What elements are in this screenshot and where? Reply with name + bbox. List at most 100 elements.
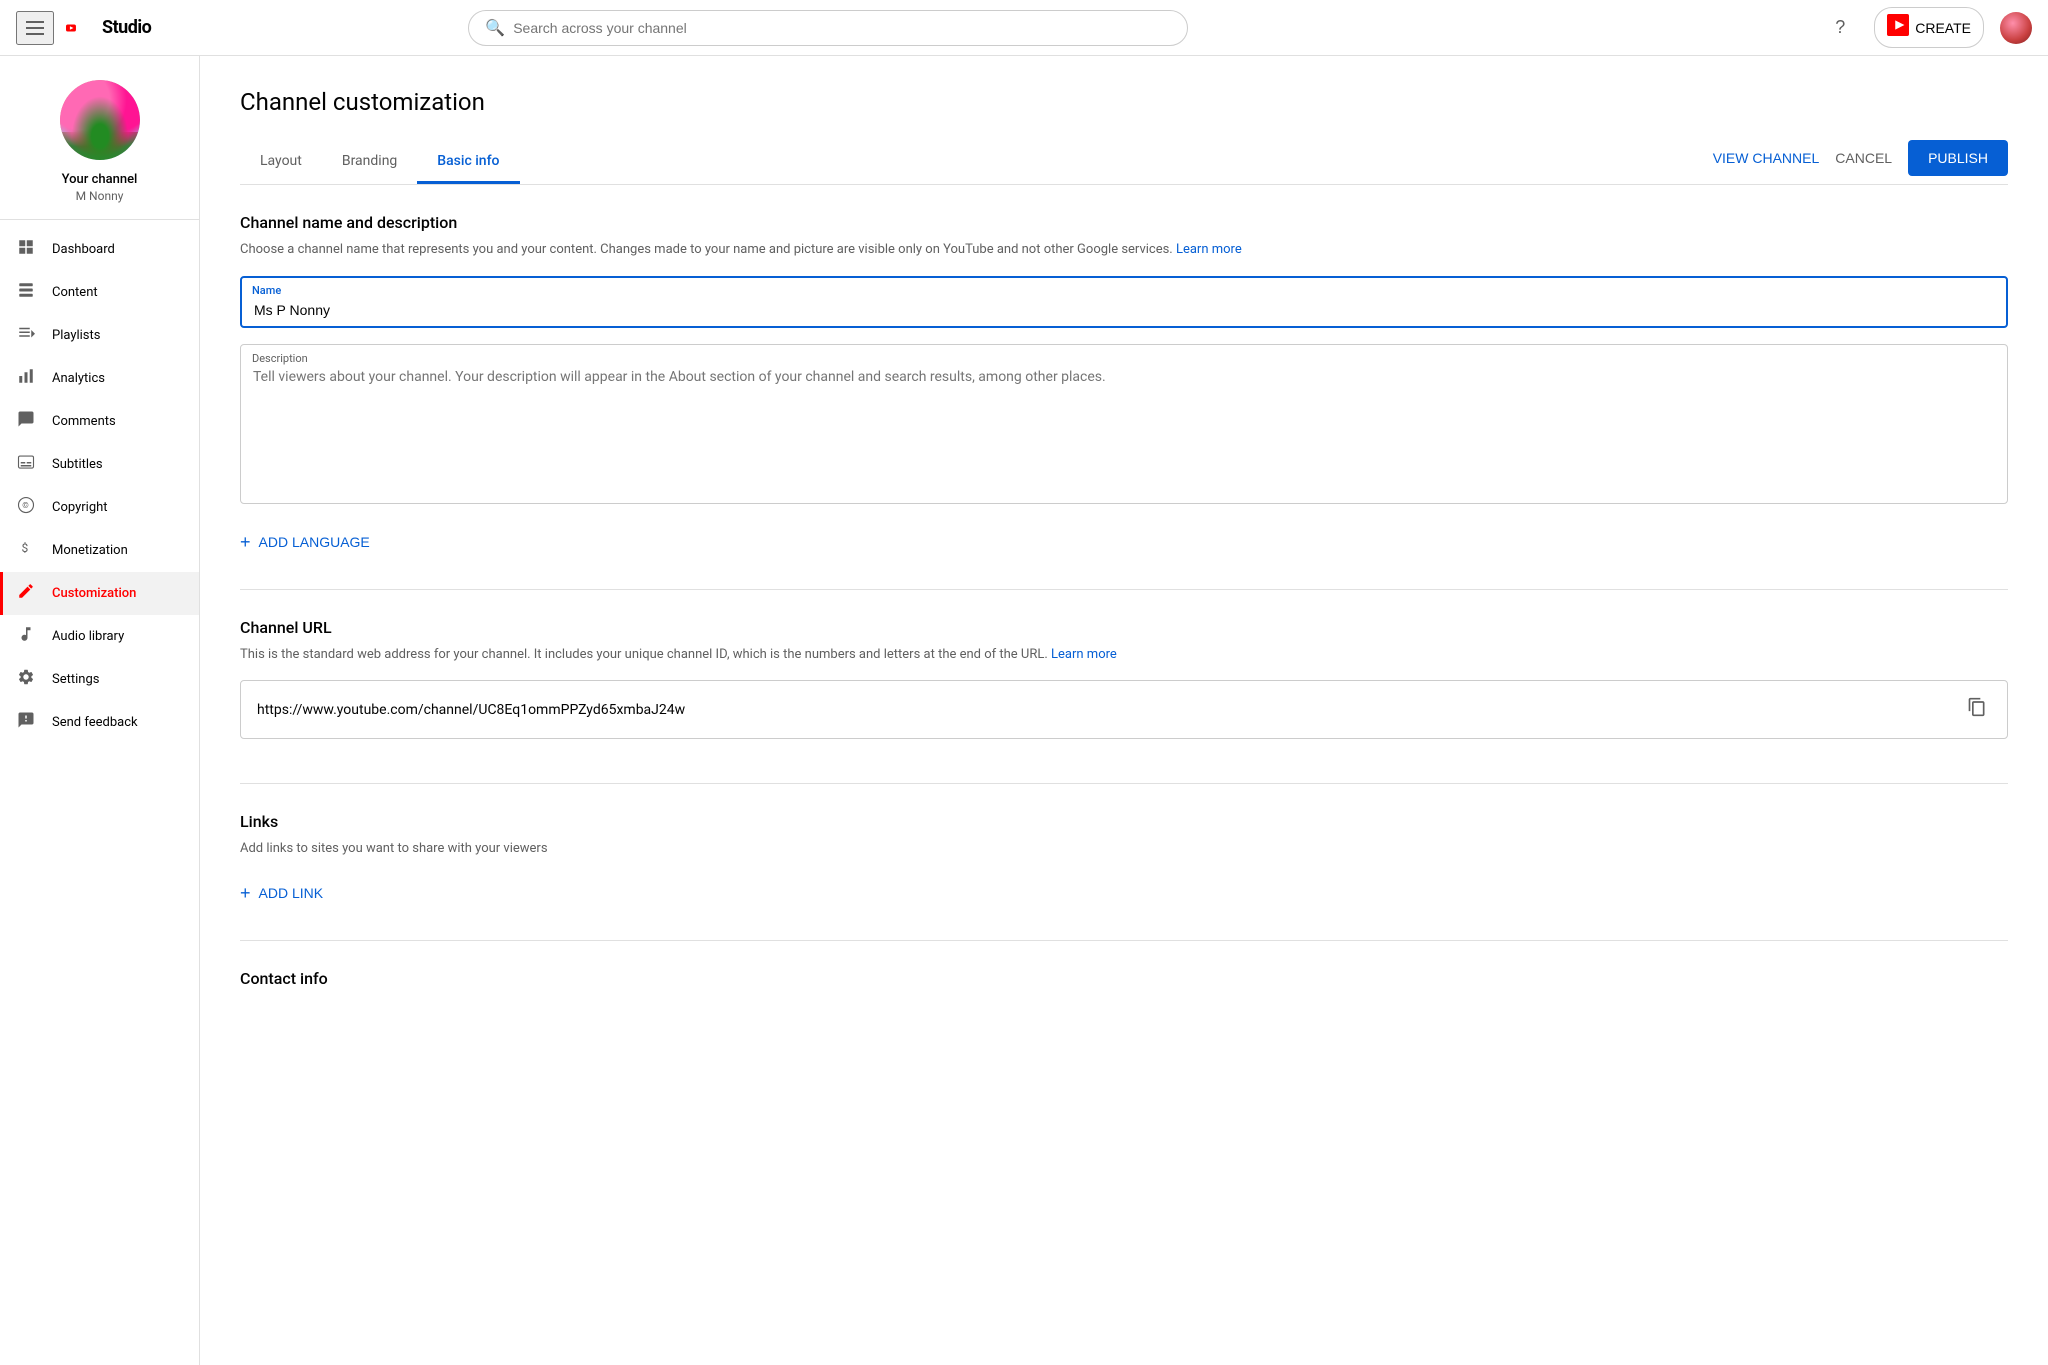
dashboard-icon [16, 238, 36, 261]
links-section: Links Add links to sites you want to sha… [240, 784, 2008, 941]
nav-right: ? CREATE [1822, 7, 2032, 48]
sidebar-label-audio-library: Audio library [52, 629, 124, 644]
sidebar-item-audio-library[interactable]: Audio library [0, 615, 199, 658]
channel-url-section: Channel URL This is the standard web add… [240, 590, 2008, 785]
content-icon [16, 281, 36, 304]
sidebar-item-copyright[interactable]: © Copyright [0, 486, 199, 529]
publish-button[interactable]: PUBLISH [1908, 140, 2008, 176]
description-label: Description [252, 352, 308, 365]
create-label: CREATE [1915, 20, 1971, 36]
channel-name-section: Channel name and description Choose a ch… [240, 185, 2008, 590]
sidebar-label-subtitles: Subtitles [52, 457, 103, 472]
copy-icon [1967, 697, 1987, 717]
sidebar-label-analytics: Analytics [52, 371, 105, 386]
links-title: Links [240, 812, 2008, 831]
sidebar-label-copyright: Copyright [52, 500, 108, 515]
contact-section: Contact info [240, 941, 2008, 1024]
name-field: Name [240, 276, 2008, 328]
hamburger-menu[interactable] [16, 11, 54, 45]
channel-info: Your channel M Nonny [0, 56, 199, 220]
search-input[interactable] [513, 20, 1171, 36]
customization-icon [16, 582, 36, 605]
create-icon [1887, 14, 1909, 41]
plus-icon: + [240, 532, 251, 553]
links-desc: Add links to sites you want to share wit… [240, 839, 2008, 859]
contact-title: Contact info [240, 969, 2008, 988]
sidebar: Your channel M Nonny Dashboard Content [0, 56, 200, 1365]
sidebar-label-dashboard: Dashboard [52, 242, 115, 257]
channel-avatar[interactable] [60, 80, 140, 160]
add-link-plus-icon: + [240, 883, 251, 904]
copyright-icon: © [16, 496, 36, 519]
add-link-button[interactable]: + ADD LINK [240, 875, 323, 912]
main-content: Channel customization Layout Branding Ba… [200, 56, 2048, 1365]
sidebar-label-send-feedback: Send feedback [52, 715, 138, 730]
channel-url-text: https://www.youtube.com/channel/UC8Eq1om… [257, 702, 1963, 718]
nav-left: Studio [16, 11, 151, 45]
channel-name-section-desc: Choose a channel name that represents yo… [240, 240, 2008, 260]
settings-icon [16, 668, 36, 691]
comments-icon [16, 410, 36, 433]
add-language-label: ADD LANGUAGE [259, 534, 370, 550]
studio-text: Studio [102, 17, 151, 38]
sidebar-label-comments: Comments [52, 414, 116, 429]
sidebar-item-dashboard[interactable]: Dashboard [0, 228, 199, 271]
audio-library-icon [16, 625, 36, 648]
create-button[interactable]: CREATE [1874, 7, 1984, 48]
description-textarea[interactable] [240, 344, 2008, 504]
sidebar-nav: Dashboard Content Playlists Analytics [0, 220, 199, 752]
channel-url-title: Channel URL [240, 618, 2008, 637]
feedback-icon [16, 711, 36, 734]
sidebar-label-customization: Customization [52, 586, 136, 601]
analytics-icon [16, 367, 36, 390]
page-title: Channel customization [240, 88, 2008, 116]
sidebar-item-analytics[interactable]: Analytics [0, 357, 199, 400]
channel-handle: M Nonny [76, 189, 124, 203]
channel-name: Your channel [62, 172, 138, 187]
svg-text:$: $ [22, 541, 29, 555]
youtube-logo-icon [66, 17, 98, 39]
tab-basic-info[interactable]: Basic info [417, 141, 519, 184]
sidebar-label-settings: Settings [52, 672, 99, 687]
tabs-left: Layout Branding Basic info [240, 141, 520, 183]
sidebar-label-content: Content [52, 285, 98, 300]
sidebar-item-comments[interactable]: Comments [0, 400, 199, 443]
subtitles-icon [16, 453, 36, 476]
copy-url-button[interactable] [1963, 693, 1991, 726]
monetization-icon: $ [16, 539, 36, 562]
playlists-icon [16, 324, 36, 347]
user-avatar[interactable] [2000, 12, 2032, 44]
tab-branding[interactable]: Branding [322, 141, 417, 184]
app-body: Your channel M Nonny Dashboard Content [0, 56, 2048, 1365]
channel-name-section-title: Channel name and description [240, 213, 2008, 232]
search-bar[interactable]: 🔍 [468, 10, 1188, 46]
channel-url-learn-more[interactable]: Learn more [1051, 647, 1117, 662]
name-label: Name [252, 284, 281, 297]
sidebar-item-content[interactable]: Content [0, 271, 199, 314]
sidebar-item-playlists[interactable]: Playlists [0, 314, 199, 357]
description-field: Description [240, 344, 2008, 508]
sidebar-item-subtitles[interactable]: Subtitles [0, 443, 199, 486]
tab-layout[interactable]: Layout [240, 141, 322, 184]
sidebar-item-settings[interactable]: Settings [0, 658, 199, 701]
sidebar-label-playlists: Playlists [52, 328, 100, 343]
add-language-button[interactable]: + ADD LANGUAGE [240, 524, 370, 561]
sidebar-item-send-feedback[interactable]: Send feedback [0, 701, 199, 744]
top-navigation: Studio 🔍 ? CREATE [0, 0, 2048, 56]
tabs-actions: VIEW CHANNEL CANCEL PUBLISH [1713, 140, 2008, 184]
sidebar-label-monetization: Monetization [52, 543, 128, 558]
sidebar-item-customization[interactable]: Customization [0, 572, 199, 615]
cancel-button[interactable]: CANCEL [1835, 150, 1892, 166]
logo[interactable]: Studio [66, 17, 151, 39]
url-field: https://www.youtube.com/channel/UC8Eq1om… [240, 680, 2008, 739]
search-icon: 🔍 [485, 18, 505, 37]
svg-text:©: © [22, 501, 29, 511]
sidebar-item-monetization[interactable]: $ Monetization [0, 529, 199, 572]
view-channel-button[interactable]: VIEW CHANNEL [1713, 150, 1820, 166]
video-camera-icon [1887, 14, 1909, 36]
name-input[interactable] [240, 276, 2008, 328]
tabs-bar: Layout Branding Basic info VIEW CHANNEL … [240, 140, 2008, 185]
channel-url-desc: This is the standard web address for you… [240, 645, 2008, 665]
channel-name-learn-more[interactable]: Learn more [1176, 242, 1242, 257]
help-button[interactable]: ? [1822, 10, 1858, 46]
